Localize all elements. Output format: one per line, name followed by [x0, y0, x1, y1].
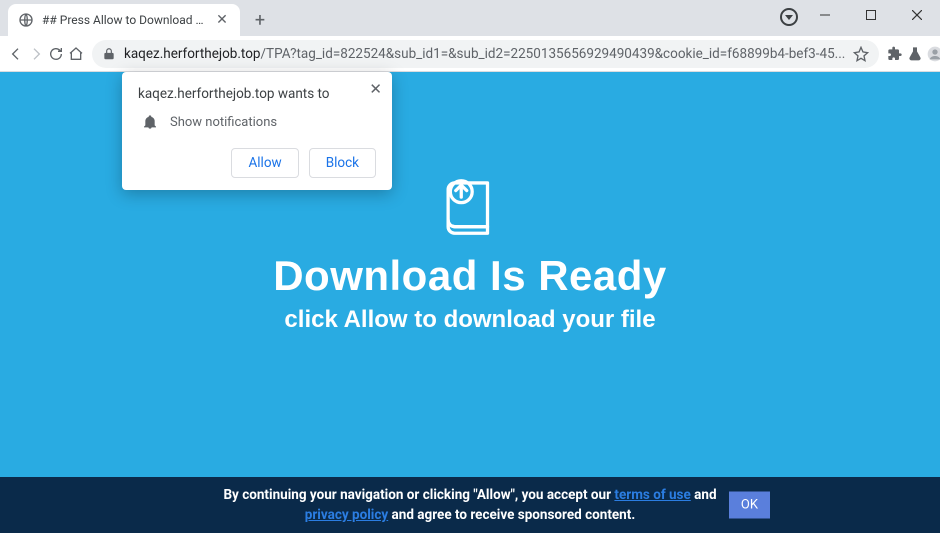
cookie-text: By continuing your navigation or clickin…: [223, 485, 716, 526]
profile-avatar-icon[interactable]: [927, 40, 940, 68]
window-controls: [802, 0, 940, 30]
bookmark-star-icon[interactable]: [853, 46, 869, 62]
url-text: kaqez.herforthejob.top/TPA?tag_id=822524…: [124, 46, 845, 62]
allow-button[interactable]: Allow: [231, 148, 298, 178]
bell-icon: [142, 114, 158, 130]
address-bar[interactable]: kaqez.herforthejob.top/TPA?tag_id=822524…: [92, 40, 879, 68]
forward-button[interactable]: [28, 40, 44, 68]
cookie-bar: By continuing your navigation or clickin…: [0, 477, 940, 533]
new-tab-button[interactable]: +: [246, 6, 274, 34]
prompt-permission-row: Show notifications: [142, 114, 376, 130]
extensions-icon[interactable]: [887, 40, 903, 68]
tab-close-icon[interactable]: ✕: [214, 12, 230, 28]
cookie-ok-button[interactable]: OK: [729, 492, 770, 519]
reload-button[interactable]: [48, 40, 64, 68]
close-window-button[interactable]: [894, 0, 940, 30]
prompt-permission-label: Show notifications: [170, 115, 277, 130]
terms-link[interactable]: terms of use: [614, 487, 690, 503]
browser-titlebar: ## Press Allow to Download ## ✕ +: [0, 0, 940, 36]
browser-tab[interactable]: ## Press Allow to Download ## ✕: [8, 4, 240, 36]
hero: Download Is Ready click Allow to downloa…: [0, 172, 940, 334]
back-button[interactable]: [8, 40, 24, 68]
maximize-button[interactable]: [848, 0, 894, 30]
browser-toolbar: kaqez.herforthejob.top/TPA?tag_id=822524…: [0, 36, 940, 72]
hero-title: Download Is Ready: [0, 252, 940, 300]
globe-icon: [18, 12, 34, 28]
profile-chooser-icon[interactable]: [780, 8, 798, 26]
home-button[interactable]: [68, 40, 84, 68]
lock-icon: [102, 47, 116, 61]
minimize-button[interactable]: [802, 0, 848, 30]
notification-permission-prompt: ✕ kaqez.herforthejob.top wants to Show n…: [122, 72, 392, 190]
labs-icon[interactable]: [907, 40, 923, 68]
tab-title: ## Press Allow to Download ##: [42, 13, 206, 27]
prompt-close-icon[interactable]: ✕: [369, 80, 382, 98]
hero-subtitle: click Allow to download your file: [0, 306, 940, 334]
privacy-link[interactable]: privacy policy: [305, 507, 388, 523]
prompt-origin: kaqez.herforthejob.top wants to: [138, 86, 376, 102]
block-button[interactable]: Block: [309, 148, 376, 178]
